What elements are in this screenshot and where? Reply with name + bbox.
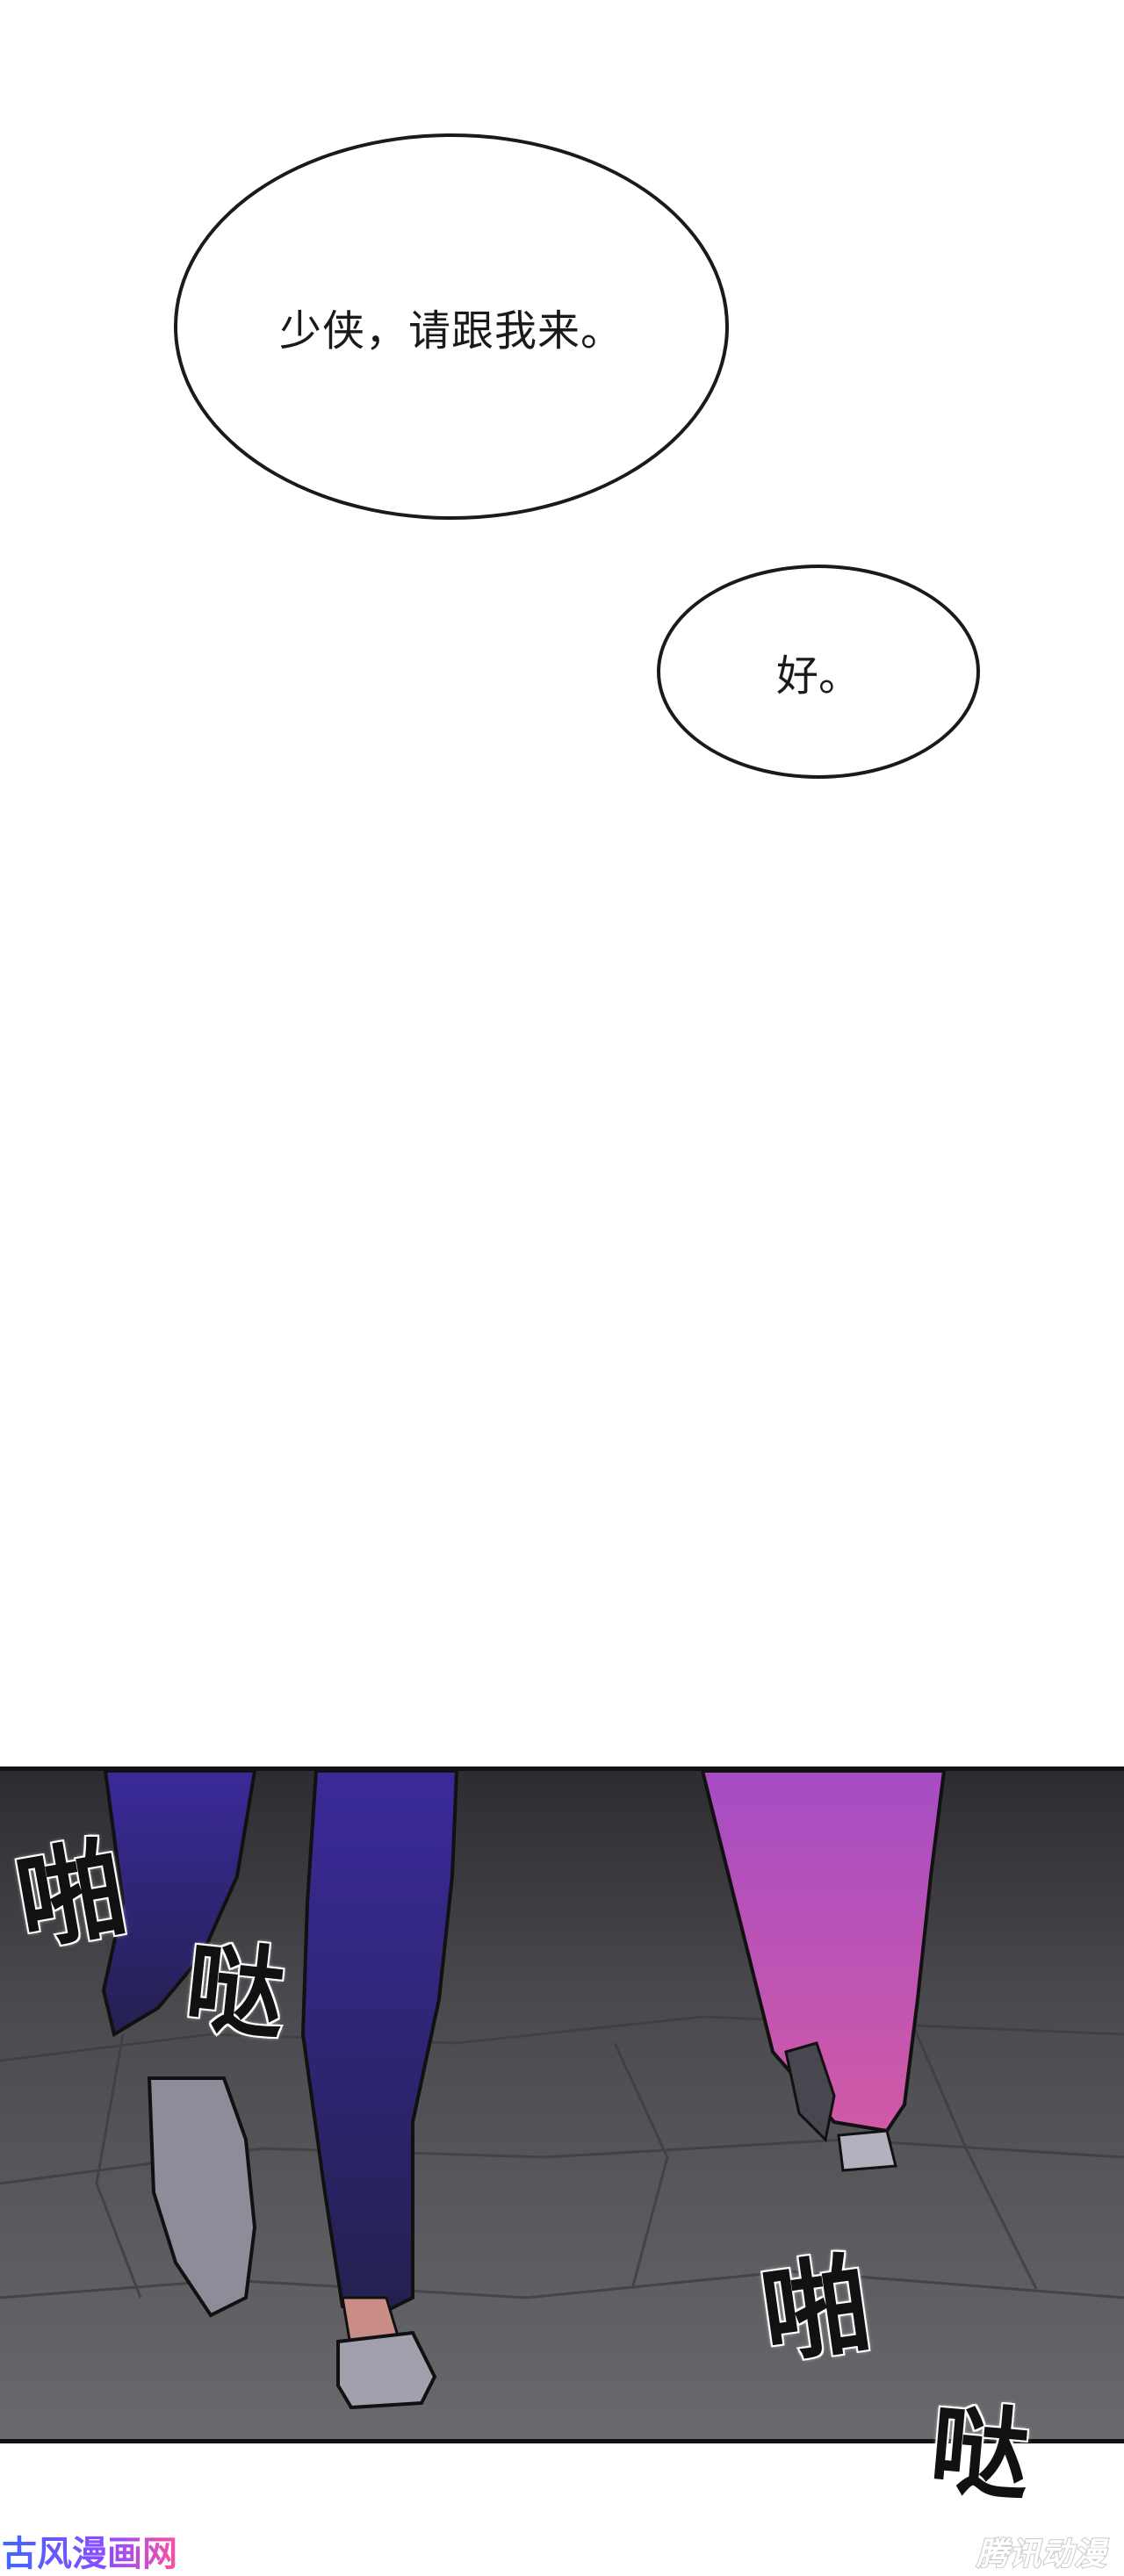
speech-bubble-2: 好。 [657,565,980,779]
watermark-right: 腾讯动漫 [976,2536,1106,2573]
walking-feet-illustration [0,1771,1124,2439]
speech-bubble-1: 少侠，请跟我来。 [174,133,729,520]
sound-effect-pa-2: 啪 [753,2239,880,2381]
sound-effect-da-1: 哒 [179,1928,292,2055]
speech-bubble-2-text: 好。 [775,651,861,701]
walking-feet-panel [0,1767,1124,2443]
sound-effect-da-2: 哒 [925,2390,1036,2515]
watermark-left: 古风漫画网 [2,2525,177,2576]
sound-effect-pa-1: 啪 [6,1823,137,1968]
speech-bubble-1-text: 少侠，请跟我来。 [278,306,623,356]
